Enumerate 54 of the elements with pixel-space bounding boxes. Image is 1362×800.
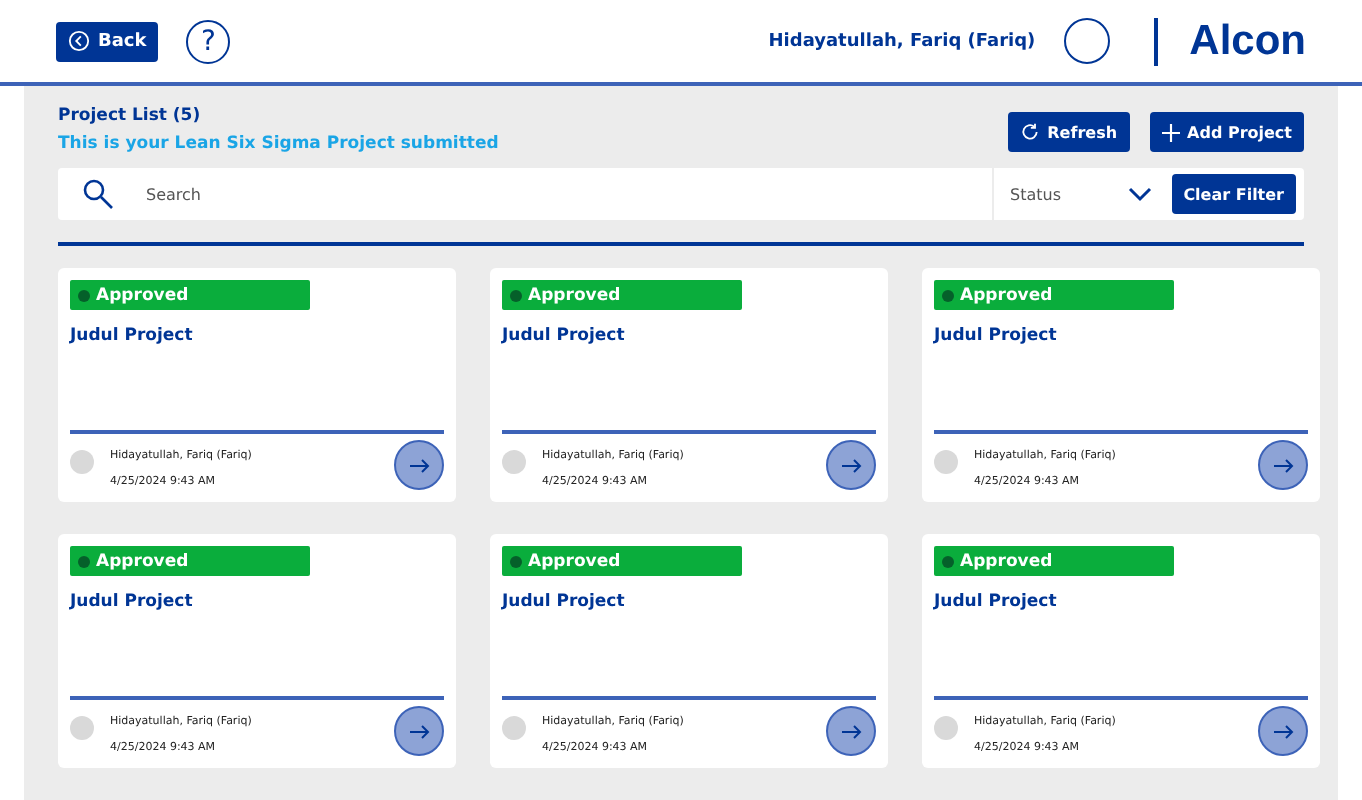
arrow-right-icon (841, 723, 861, 739)
search-input[interactable]: Search (142, 183, 992, 205)
help-button[interactable]: ? (186, 19, 231, 63)
status-dot (942, 555, 954, 567)
list-title: Project List (5) (58, 106, 203, 126)
status-dropdown[interactable]: Status Clear Filter (994, 168, 1304, 220)
status-badge: Approved (70, 546, 310, 576)
list-subtitle: This is your Lean Six Sigma Project submitted (58, 134, 499, 154)
status-badge: Approved (934, 280, 1174, 310)
owner-avatar (70, 716, 94, 740)
refresh-button[interactable]: Refresh (1007, 112, 1130, 152)
status-dot (78, 289, 90, 301)
status-badge: Approved (934, 546, 1174, 576)
open-project-button[interactable] (1258, 706, 1308, 756)
avatar[interactable] (1063, 18, 1110, 64)
open-project-button[interactable] (1258, 440, 1308, 490)
status-dot (510, 555, 522, 567)
project-title: Judul Project (70, 592, 195, 612)
clear-filter-button[interactable]: Clear Filter (1171, 174, 1296, 214)
status-dot (510, 289, 522, 301)
search-icon (82, 178, 114, 210)
arrow-right-icon (841, 457, 861, 473)
project-title: Judul Project (502, 592, 627, 612)
owner-avatar (934, 450, 958, 474)
owner-avatar (934, 716, 958, 740)
user-name: Hidayatullah, Fariq (Fariq) (768, 31, 1036, 51)
owner-avatar (502, 450, 526, 474)
chevron-down-icon (1127, 186, 1152, 202)
arrow-right-icon (1273, 457, 1293, 473)
open-project-button[interactable] (826, 706, 876, 756)
status-badge: Approved (70, 280, 310, 310)
status-dot (78, 555, 90, 567)
search-field[interactable]: Search (58, 168, 992, 220)
owner-avatar (70, 450, 94, 474)
project-title: Judul Project (502, 326, 627, 346)
add-project-button[interactable]: Add Project (1149, 112, 1304, 152)
logo: Alcon (1189, 17, 1306, 65)
open-project-button[interactable] (394, 706, 444, 756)
refresh-icon (1019, 122, 1040, 142)
arrow-right-icon (409, 723, 429, 739)
project-title: Judul Project (934, 592, 1059, 612)
status-badge: Approved (502, 280, 742, 310)
plus-icon (1161, 123, 1180, 141)
arrow-right-icon (1273, 723, 1293, 739)
open-project-button[interactable] (826, 440, 876, 490)
arrow-right-icon (409, 457, 429, 473)
open-project-button[interactable] (394, 440, 444, 490)
project-title: Judul Project (934, 326, 1059, 346)
project-title: Judul Project (70, 326, 195, 346)
status-badge: Approved (502, 546, 742, 576)
owner-avatar (502, 716, 526, 740)
back-button[interactable]: Back (56, 21, 159, 61)
status-dot (942, 289, 954, 301)
back-icon (68, 30, 90, 52)
